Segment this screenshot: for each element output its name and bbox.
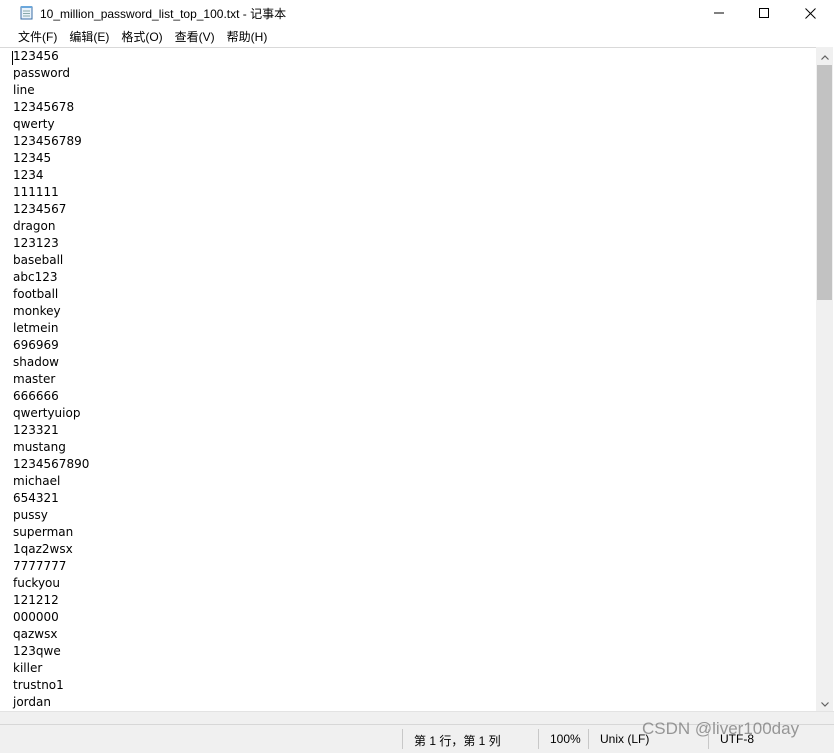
text-line: 123456789: [13, 134, 82, 148]
text-line: 1234567890: [13, 457, 90, 471]
text-editor-area[interactable]: 123456 password line 12345678 qwerty 12345678…: [0, 47, 816, 712]
vertical-scrollbar[interactable]: [816, 47, 833, 711]
text-line: 123123: [13, 236, 59, 250]
text-line: shadow: [13, 355, 59, 369]
status-bar: 第 1 行，第 1 列 100% Unix (LF) UTF-8: [0, 724, 834, 753]
close-icon: [804, 7, 816, 19]
menu-help[interactable]: 帮助(H): [221, 27, 274, 47]
text-line: monkey: [13, 304, 61, 318]
horizontal-scrollbar[interactable]: [0, 711, 834, 724]
text-line: baseball: [13, 253, 64, 267]
scroll-up-arrow-icon: [820, 47, 829, 65]
text-line: 1234: [13, 168, 44, 182]
text-line: 1qaz2wsx: [13, 542, 73, 556]
notepad-icon: [20, 5, 33, 20]
minimize-icon: [714, 8, 724, 18]
cursor-position: 第 1 行，第 1 列: [414, 734, 501, 748]
text-line: 12345: [13, 151, 52, 165]
notepad-window: 10_million_password_list_top_100.txt - 记…: [0, 0, 834, 753]
zoom-level: 100%: [550, 732, 581, 746]
text-line: trustno1: [13, 678, 64, 692]
encoding: UTF-8: [720, 732, 754, 746]
text-line: 123321: [13, 423, 59, 437]
text-line: jordan: [13, 695, 51, 709]
text-line: 1234567: [13, 202, 67, 216]
status-divider: [708, 729, 709, 749]
text-line: michael: [13, 474, 61, 488]
text-line: pussy: [13, 508, 48, 522]
text-line: letmein: [13, 321, 59, 335]
status-divider: [588, 729, 589, 749]
text-line: qwertyuiop: [13, 406, 81, 420]
text-lines: 123456 password line 12345678 qwerty 12345678…: [13, 48, 89, 711]
window-title: 10_million_password_list_top_100.txt - 记…: [40, 7, 287, 21]
maximize-button[interactable]: [741, 0, 787, 26]
text-line: master: [13, 372, 56, 386]
maximize-icon: [759, 8, 769, 18]
text-line: password: [13, 66, 70, 80]
text-line: 123456: [13, 49, 59, 63]
menu-view[interactable]: 查看(V): [169, 27, 221, 47]
text-line: superman: [13, 525, 74, 539]
text-line: 123qwe: [13, 644, 61, 658]
text-line: 12345678: [13, 100, 75, 114]
text-line: fuckyou: [13, 576, 60, 590]
menu-file[interactable]: 文件(F): [12, 27, 63, 47]
text-line: 111111: [13, 185, 59, 199]
menu-bar: 文件(F) 编辑(E) 格式(O) 查看(V) 帮助(H): [0, 27, 834, 47]
status-divider: [402, 729, 403, 749]
status-divider: [538, 729, 539, 749]
text-line: mustang: [13, 440, 66, 454]
text-line: qwerty: [13, 117, 55, 131]
text-line: 654321: [13, 491, 59, 505]
text-line: killer: [13, 661, 43, 675]
text-line: abc123: [13, 270, 58, 284]
text-line: 121212: [13, 593, 59, 607]
text-line: dragon: [13, 219, 56, 233]
minimize-button[interactable]: [696, 0, 742, 26]
close-button[interactable]: [787, 0, 833, 26]
line-ending: Unix (LF): [600, 732, 650, 746]
text-line: 7777777: [13, 559, 67, 573]
title-bar[interactable]: 10_million_password_list_top_100.txt - 记…: [0, 0, 834, 26]
text-line: 696969: [13, 338, 59, 352]
scroll-down-button[interactable]: [816, 694, 833, 711]
text-line: 000000: [13, 610, 59, 624]
text-line: football: [13, 287, 59, 301]
text-line: 666666: [13, 389, 59, 403]
menu-edit[interactable]: 编辑(E): [63, 27, 115, 47]
scroll-down-arrow-icon: [820, 694, 829, 712]
scroll-up-button[interactable]: [816, 47, 833, 64]
text-line: line: [13, 83, 35, 97]
scroll-thumb[interactable]: [817, 65, 832, 300]
menu-format[interactable]: 格式(O): [115, 27, 168, 47]
text-line: qazwsx: [13, 627, 58, 641]
